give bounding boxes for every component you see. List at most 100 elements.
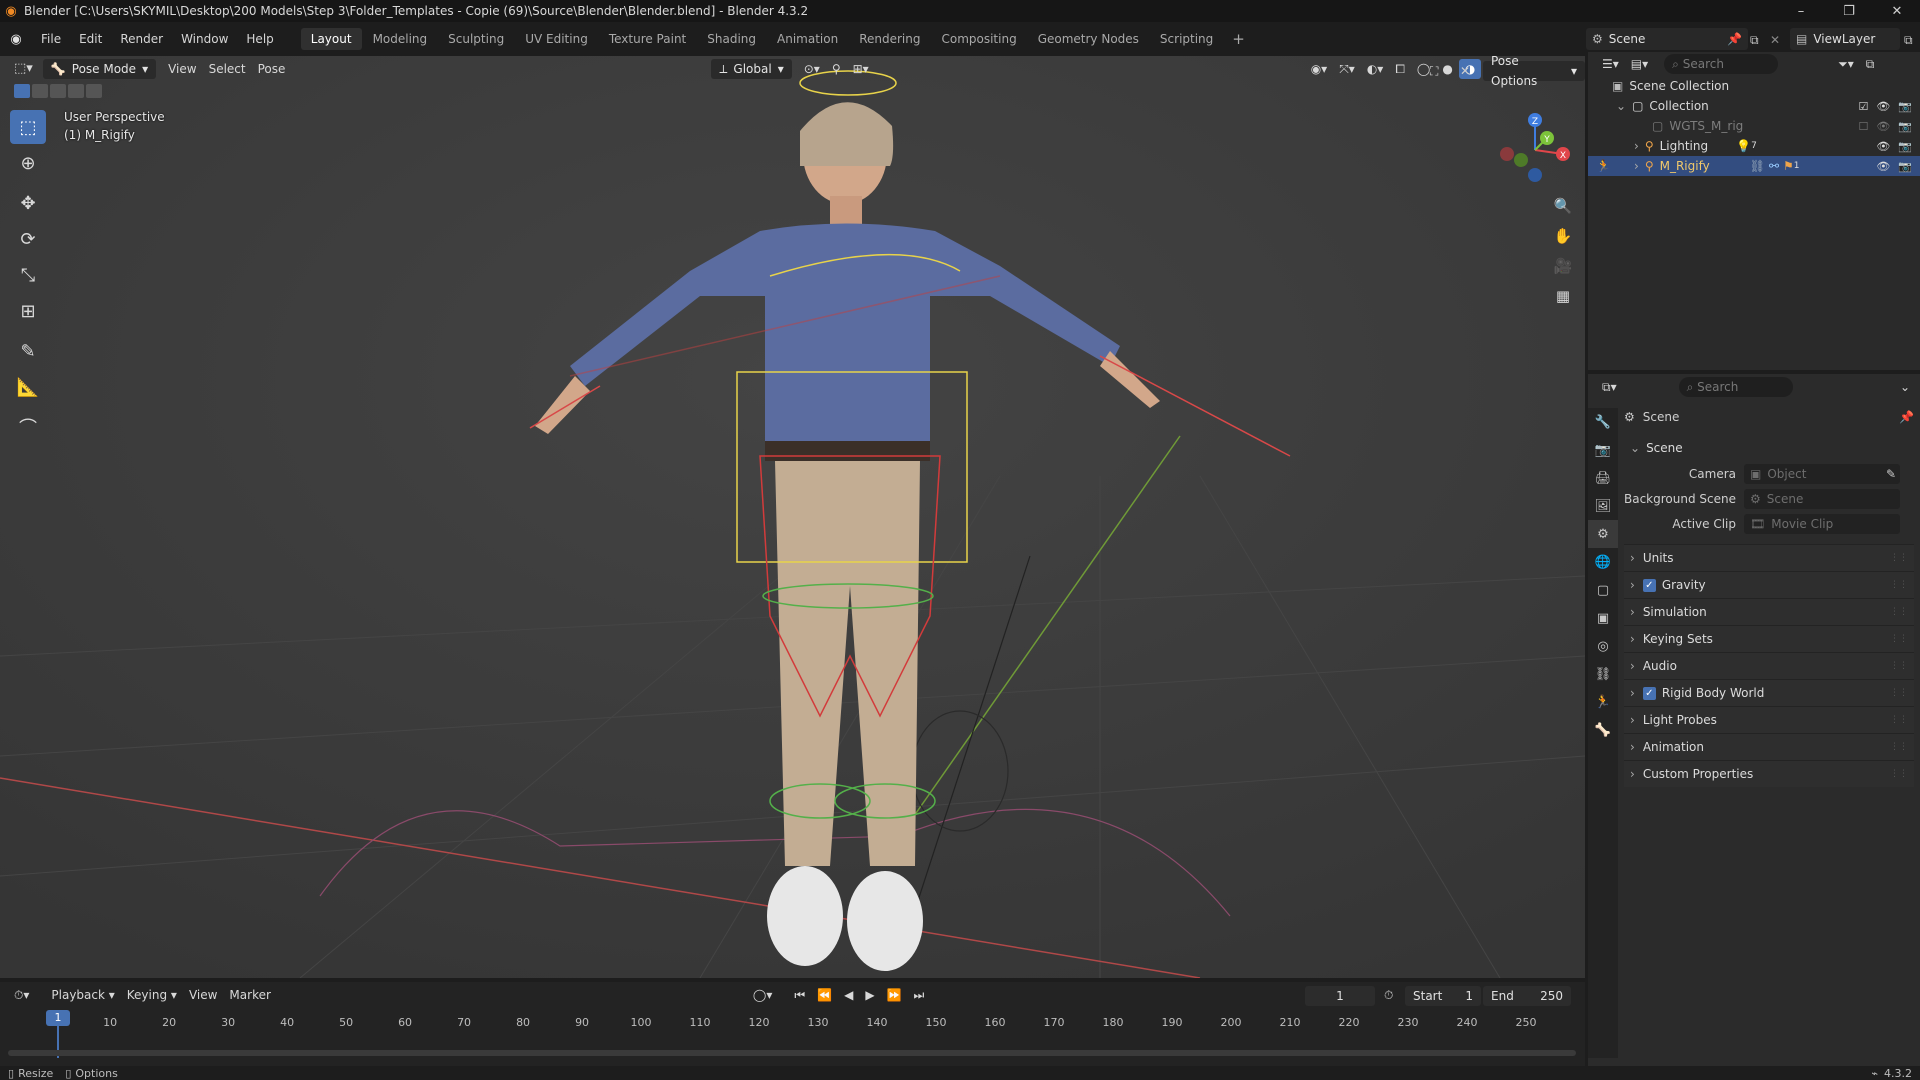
menu-playback[interactable]: Playback ▾ [45,985,120,1005]
lighting-row[interactable]: › ⚲ Lighting 💡 7 👁 📷 [1588,136,1920,156]
object-constraints-tab-icon[interactable]: ⛓ [1588,660,1618,688]
pivot-point-icon[interactable]: ⊙▾ [798,59,826,79]
transform-orientation-selector[interactable]: ⟂ Global ▾ [711,59,792,79]
tab-shading[interactable]: Shading [697,28,766,50]
gizmo-neg-x-button[interactable] [1500,147,1514,161]
scene-collection-row[interactable]: ▣ Scene Collection [1588,76,1920,96]
perspective-toggle-icon[interactable]: ▦ [1549,282,1577,310]
m-rigify-row[interactable]: 🏃 › ⚲ M_Rigify ⛓ ⚯ ⚑ 1 👁 📷 [1588,156,1920,176]
measure-icon[interactable]: 📐 [10,370,46,404]
rotate-icon[interactable]: ⟳ [10,222,46,256]
panel-custom-properties[interactable]: › Custom Properties ⋮⋮ [1624,760,1914,787]
snap-icon[interactable]: ⚲ [826,59,847,79]
menu-render[interactable]: Render [111,28,172,50]
xray-icon[interactable]: ⧠ [1389,59,1411,79]
panel-audio[interactable]: › Audio ⋮⋮ [1624,652,1914,679]
shading-solid-icon[interactable]: ● [1436,59,1458,79]
transform-icon[interactable]: ⊞ [10,294,46,328]
tab-uv-editing[interactable]: UV Editing [515,28,598,50]
play-reverse-icon[interactable]: ◀ [838,985,859,1005]
drag-handle-icon[interactable]: ⋮⋮ [1890,553,1908,563]
outliner-search-input[interactable]: ⌕ Search [1664,54,1779,74]
object-tab-icon[interactable]: ▣ [1588,604,1618,632]
scene-panel-header[interactable]: ⌄ Scene [1624,434,1914,461]
add-workspace-button[interactable]: + [1224,28,1253,50]
drag-handle-icon[interactable]: ⋮⋮ [1890,607,1908,617]
panel-keying-sets[interactable]: › Keying Sets ⋮⋮ [1624,625,1914,652]
properties-search-input[interactable]: ⌕ Search [1678,377,1793,397]
tab-rendering[interactable]: Rendering [849,28,930,50]
physics-tab-icon[interactable]: ◎ [1588,632,1618,660]
menu-timeline-view[interactable]: View [183,985,223,1005]
gizmo-neg-z-button[interactable] [1528,168,1542,182]
eyedropper-icon[interactable]: ✎ [1886,467,1896,481]
current-frame-field[interactable]: 1 [1305,986,1375,1006]
auto-keying-icon[interactable]: ◯▾ [747,985,778,1005]
output-tab-icon[interactable]: 🖨 [1588,464,1618,492]
close-icon[interactable]: ✕ [1460,64,1470,78]
eye-icon[interactable]: 👁 [1876,160,1890,173]
panel-animation[interactable]: › Animation ⋮⋮ [1624,733,1914,760]
drag-handle-icon[interactable]: ⋮⋮ [1890,769,1908,779]
snapping-options-icon[interactable]: ⊞▾ [847,59,875,79]
menu-edit[interactable]: Edit [70,28,111,50]
drag-handle-icon[interactable]: ⋮⋮ [1890,715,1908,725]
select-extend-icon[interactable] [32,84,48,98]
cursor-icon[interactable]: ⊕ [10,146,46,180]
eye-icon[interactable]: 👁 [1876,120,1890,133]
object-data-tab-icon[interactable]: 🏃 [1588,688,1618,716]
menu-select[interactable]: Select [203,59,252,79]
start-frame-field[interactable]: Start 1 [1405,986,1481,1006]
camera-icon[interactable]: 📷 [1898,140,1912,153]
eye-icon[interactable]: 👁 [1876,100,1890,113]
jump-end-icon[interactable]: ⏭ [908,985,931,1005]
render-tab-icon[interactable]: 📷 [1588,436,1618,464]
menu-help[interactable]: Help [237,28,282,50]
pose-mode-indicator-icon[interactable]: 🏃 [1596,159,1611,173]
menu-file[interactable]: File [32,28,70,50]
drag-handle-icon[interactable]: ⋮⋮ [1890,580,1908,590]
new-scene-icon[interactable]: ⧉ [1750,33,1759,48]
background-scene-field[interactable]: ⚙ Scene [1744,488,1900,509]
tab-scripting[interactable]: Scripting [1150,28,1223,50]
camera-icon[interactable]: 📷 [1898,100,1912,113]
menu-pose[interactable]: Pose [252,59,292,79]
chevron-right-icon[interactable]: › [1634,139,1639,153]
play-icon[interactable]: ▶ [859,985,880,1005]
select-invert-icon[interactable] [68,84,84,98]
pan-hand-icon[interactable]: ✋ [1549,222,1577,250]
filter-icon[interactable]: ⏷▾ [1832,54,1860,74]
wgts-row[interactable]: ▢ WGTS_M_rig ☐ 👁 📷 [1588,116,1920,136]
tab-layout[interactable]: Layout [300,28,362,50]
eye-icon[interactable]: 👁 [1876,140,1890,153]
viewlayer-selector[interactable]: ▤ ViewLayer [1790,28,1900,50]
end-frame-field[interactable]: End 250 [1483,986,1571,1006]
camera-icon[interactable]: 📷 [1898,160,1912,173]
timeline-editor-type-icon[interactable]: ⏱▾ [8,985,35,1005]
jump-start-icon[interactable]: ⏮ [788,985,811,1005]
close-window-button[interactable]: ✕ [1874,0,1920,22]
jump-keyframe-forward-icon[interactable]: ⏩ [881,985,908,1005]
playhead-frame[interactable]: 1 [46,1010,70,1026]
drag-handle-icon[interactable]: ⋮⋮ [1890,688,1908,698]
zoom-icon[interactable]: 🔍 [1549,192,1577,220]
gizmo-neg-y-button[interactable] [1514,153,1528,167]
drag-handle-icon[interactable]: ⋮⋮ [1890,634,1908,644]
timeline-scrollbar[interactable] [8,1050,1576,1056]
pin-icon[interactable]: 📌 [1727,32,1748,46]
panel-light-probes[interactable]: › Light Probes ⋮⋮ [1624,706,1914,733]
properties-editor-type-icon[interactable]: ⧉▾ [1596,377,1623,397]
menu-window[interactable]: Window [172,28,237,50]
editor-type-icon[interactable]: ⬚▾ [8,59,39,79]
minimize-button[interactable]: – [1778,0,1824,22]
camera-field[interactable]: ▣ Object ✎ [1744,463,1900,484]
scale-icon[interactable]: ⤡ [10,258,46,292]
chevron-down-icon[interactable]: ⌄ [1616,99,1626,113]
tab-geometry-nodes[interactable]: Geometry Nodes [1028,28,1149,50]
pose-options-dropdown[interactable]: Pose Options ▾ [1483,56,1585,88]
panel-rigid-body-world[interactable]: › ✓ Rigid Body World ⋮⋮ [1624,679,1914,706]
outliner-editor-type-icon[interactable]: ☰▾ [1596,54,1625,74]
tab-compositing[interactable]: Compositing [931,28,1026,50]
bone-tab-icon[interactable]: 🦴 [1588,716,1618,744]
camera-view-icon[interactable]: 🎥 [1549,252,1577,280]
